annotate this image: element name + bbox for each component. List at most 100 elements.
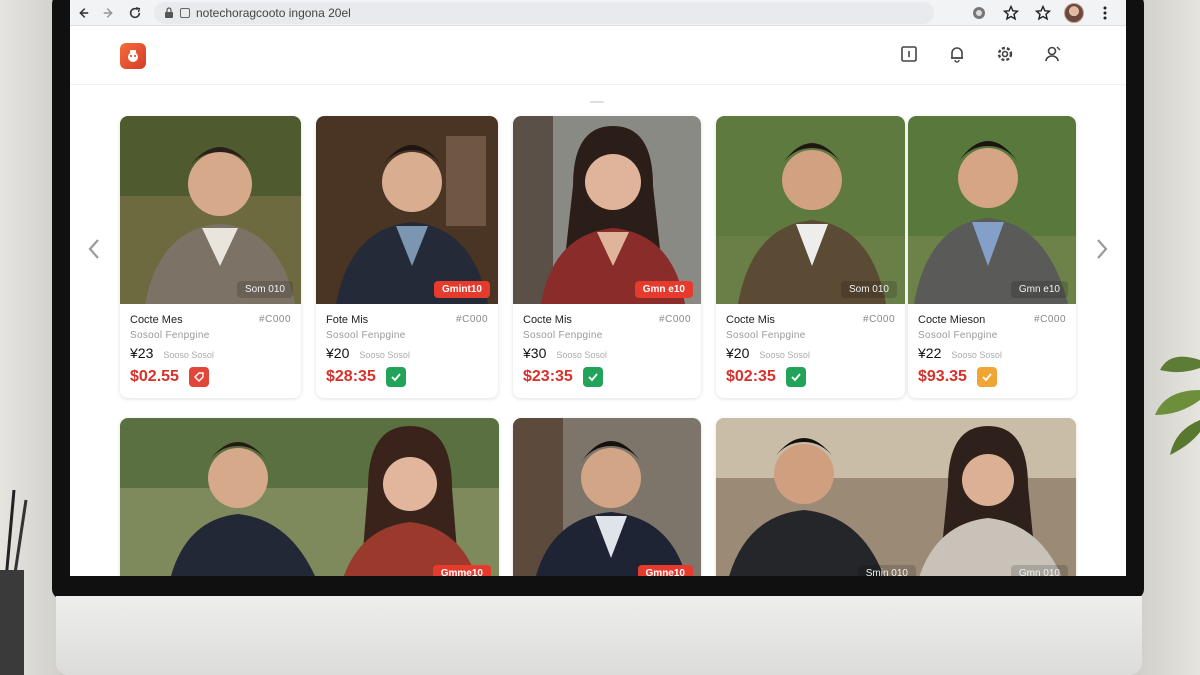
star-filled-icon — [1003, 4, 1019, 20]
card-price: ¥20 — [726, 345, 750, 361]
app-header — [70, 27, 1126, 85]
reload-icon — [129, 6, 141, 18]
address-bar[interactable]: notechoragcooto ingona 20el — [154, 1, 934, 24]
card-note: Sooso Sosol — [163, 350, 214, 360]
card-sale-price: $93.35 — [918, 368, 967, 385]
tablet-view-button[interactable] — [898, 43, 920, 65]
card-name: Cocte Mieson — [918, 314, 986, 326]
card-subtitle: Sosool Fenpgine — [918, 330, 998, 341]
portrait-photo[interactable]: Som 010 — [120, 116, 301, 304]
carousel-next-button[interactable] — [1092, 237, 1112, 261]
drag-handle[interactable] — [590, 101, 604, 103]
photo-tag: Smin 010 — [857, 565, 916, 576]
portrait-photo[interactable]: Gmint10 — [316, 116, 498, 304]
browser-toolbar: notechoragcooto ingona 20el — [70, 0, 1126, 26]
check-icon — [391, 373, 401, 382]
more-vertical-icon — [1103, 6, 1107, 19]
reload-button[interactable] — [122, 2, 148, 24]
portrait-image — [120, 418, 499, 576]
product-card[interactable]: Gmn e10 Cocte Mis #C000 Sosool Fenpgine ¥… — [513, 116, 701, 398]
card-subtitle: Sosool Fenpgine — [130, 330, 210, 341]
status-badge[interactable] — [385, 367, 406, 387]
tablet-icon — [901, 46, 917, 62]
status-badge[interactable] — [785, 367, 806, 387]
card-note: Sooso Sosol — [759, 350, 810, 360]
portrait-image — [513, 418, 701, 576]
portrait-photo[interactable]: Gmn e10 — [513, 116, 701, 304]
card-code: #C000 — [863, 314, 895, 325]
arrow-right-icon — [103, 7, 113, 18]
product-card[interactable]: Smin 010 Gmn 010 — [716, 418, 1076, 576]
portrait-photo[interactable]: Gmne10 — [513, 418, 701, 576]
photo-tag: Som 010 — [236, 281, 293, 298]
pencil-cup-decoration — [0, 489, 28, 675]
portrait-image — [716, 116, 905, 304]
photo-tag: Gmme10 — [432, 565, 491, 576]
check-icon — [791, 373, 801, 382]
extension-button[interactable] — [968, 2, 990, 24]
card-subtitle: Sosool Fenpgine — [726, 330, 806, 341]
chevron-left-icon — [88, 239, 99, 259]
card-info: Fote Mis #C000 Sosool Fenpgine ¥20 Sooso S… — [316, 304, 498, 394]
portrait-photo[interactable]: Gmme10 — [120, 418, 499, 576]
card-info: Cocte Mes #C000 Sosool Fenpgine ¥23 Sooso … — [120, 304, 301, 394]
card-code: #C000 — [259, 314, 291, 325]
product-card[interactable]: Som 010 Cocte Mis #C000 Sosool Fenpgine ¥… — [716, 116, 905, 398]
portrait-photo[interactable]: Som 010 — [716, 116, 905, 304]
forward-button[interactable] — [96, 2, 122, 24]
product-card[interactable]: Som 010 Cocte Mes #C000 Sosool Fenpgine ¥… — [120, 116, 301, 398]
photo-tag: Gmne10 — [637, 565, 693, 576]
bookmark-star-button[interactable] — [1000, 2, 1022, 24]
notifications-button[interactable] — [946, 43, 968, 65]
carousel-prev-button[interactable] — [84, 237, 104, 261]
page-icon — [180, 7, 190, 18]
browser-menu-button[interactable] — [1094, 2, 1116, 24]
product-card[interactable]: Gmn e10 Cocte Mieson #C000 Sosool Fenpgin… — [908, 116, 1076, 398]
plant-decoration — [1155, 356, 1200, 455]
settings-button[interactable] — [994, 43, 1016, 65]
status-badge[interactable] — [582, 367, 603, 387]
product-card[interactable]: Gmint10 Fote Mis #C000 Sosool Fenpgine ¥2… — [316, 116, 498, 398]
settings-icon — [997, 46, 1013, 62]
profile-avatar[interactable] — [1064, 2, 1084, 23]
card-sale-price: $23:35 — [523, 368, 573, 385]
app-logo-icon — [128, 50, 138, 62]
photo-tag: Som 010 — [840, 281, 897, 298]
tag-icon — [193, 372, 204, 382]
bookmarks-button[interactable] — [1032, 2, 1054, 24]
arrow-left-icon — [79, 7, 89, 18]
card-sale-price: $02.55 — [130, 368, 179, 385]
status-badge[interactable] — [976, 367, 997, 387]
product-card[interactable]: Gmme10 — [120, 418, 499, 576]
star-outline-icon — [1035, 4, 1051, 20]
browser-window: notechoragcooto ingona 20el Som 010 Coct… — [70, 0, 1126, 576]
card-price: ¥30 — [523, 345, 547, 361]
card-code: #C000 — [659, 314, 691, 325]
portrait-photo[interactable]: Gmn e10 — [908, 116, 1076, 304]
card-price: ¥23 — [130, 345, 154, 361]
product-card[interactable]: Gmne10 — [513, 418, 701, 576]
back-button[interactable] — [70, 2, 96, 24]
card-price: ¥20 — [326, 345, 350, 361]
bell-icon — [951, 47, 963, 63]
account-button[interactable] — [1042, 43, 1064, 65]
photo-tag: Gmn e10 — [634, 281, 693, 298]
card-price: ¥22 — [918, 345, 942, 361]
monitor-chin — [56, 596, 1142, 675]
check-icon — [982, 373, 992, 382]
portrait-image — [316, 116, 498, 304]
card-info: Cocte Mis #C000 Sosool Fenpgine ¥20 Sooso … — [716, 304, 905, 394]
portrait-image — [513, 116, 701, 304]
photo-tag: Gmint10 — [433, 281, 490, 298]
card-info: Cocte Mieson #C000 Sosool Fenpgine ¥22 Soo… — [908, 304, 1076, 394]
portrait-photo[interactable]: Smin 010 Gmn 010 — [716, 418, 1076, 576]
card-name: Cocte Mes — [130, 314, 183, 326]
app-logo[interactable] — [120, 43, 146, 69]
card-name: Cocte Mis — [726, 314, 775, 326]
card-note: Sooso Sosol — [556, 350, 607, 360]
card-code: #C000 — [456, 314, 488, 325]
status-badge[interactable] — [188, 367, 209, 387]
portrait-image — [120, 116, 301, 304]
card-code: #C000 — [1034, 314, 1066, 325]
extension-icon — [973, 6, 985, 19]
